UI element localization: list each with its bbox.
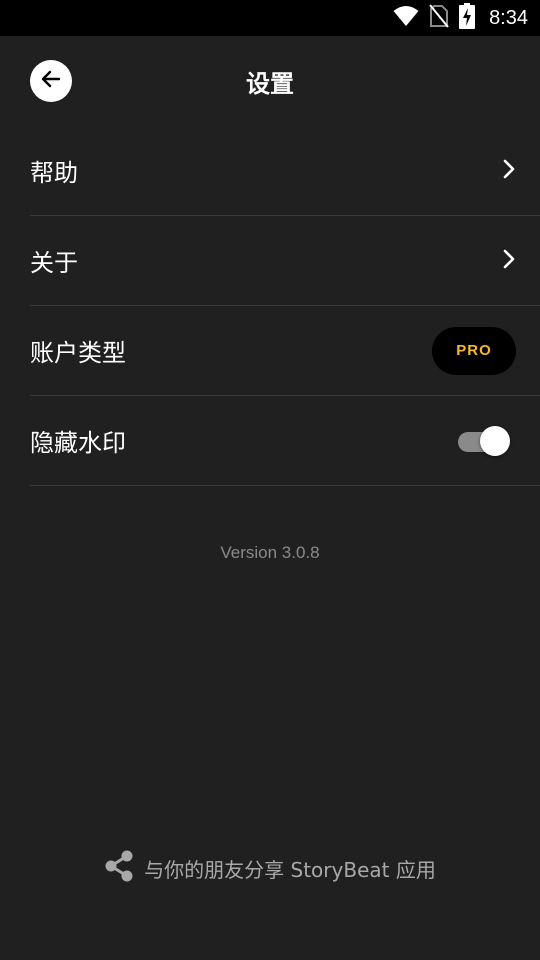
settings-screen: 8:34 设置 帮助 关于 账户类型 PRO 隐藏水印 Version 3.0.… <box>0 0 540 960</box>
account-type-trailing: PRO <box>432 306 516 395</box>
wifi-icon <box>393 5 419 31</box>
page-title: 设置 <box>246 70 294 98</box>
version-text: Version 3.0.8 <box>220 543 320 562</box>
account-type-label: 账户类型 <box>30 339 126 367</box>
status-bar: 8:34 <box>0 0 540 36</box>
header: 设置 <box>0 36 540 126</box>
settings-row-about[interactable]: 关于 <box>30 216 540 306</box>
settings-row-hide-watermark[interactable]: 隐藏水印 <box>30 396 540 486</box>
status-time: 8:34 <box>489 6 528 29</box>
chevron-right-icon <box>502 248 516 274</box>
help-label: 帮助 <box>30 159 78 187</box>
share-app-link[interactable]: 与你的朋友分享 StoryBeat 应用 <box>0 850 540 886</box>
settings-row-help[interactable]: 帮助 <box>30 126 540 216</box>
share-icon <box>104 850 134 886</box>
share-label: 与你的朋友分享 StoryBeat 应用 <box>144 857 436 882</box>
pro-badge[interactable]: PRO <box>432 326 516 375</box>
about-trailing <box>502 216 516 305</box>
help-trailing <box>502 126 516 215</box>
hide-watermark-label: 隐藏水印 <box>30 429 126 457</box>
chevron-right-icon <box>502 158 516 184</box>
toggle-thumb <box>480 425 510 456</box>
battery-charging-icon <box>459 3 476 33</box>
about-label: 关于 <box>30 249 78 277</box>
settings-row-account-type: 账户类型 PRO <box>30 306 540 396</box>
no-sim-icon <box>429 4 449 32</box>
hide-watermark-trailing <box>458 396 516 485</box>
status-icons: 8:34 <box>393 0 528 36</box>
settings-list: 帮助 关于 账户类型 PRO 隐藏水印 <box>0 126 540 486</box>
hide-watermark-toggle[interactable] <box>458 425 510 456</box>
